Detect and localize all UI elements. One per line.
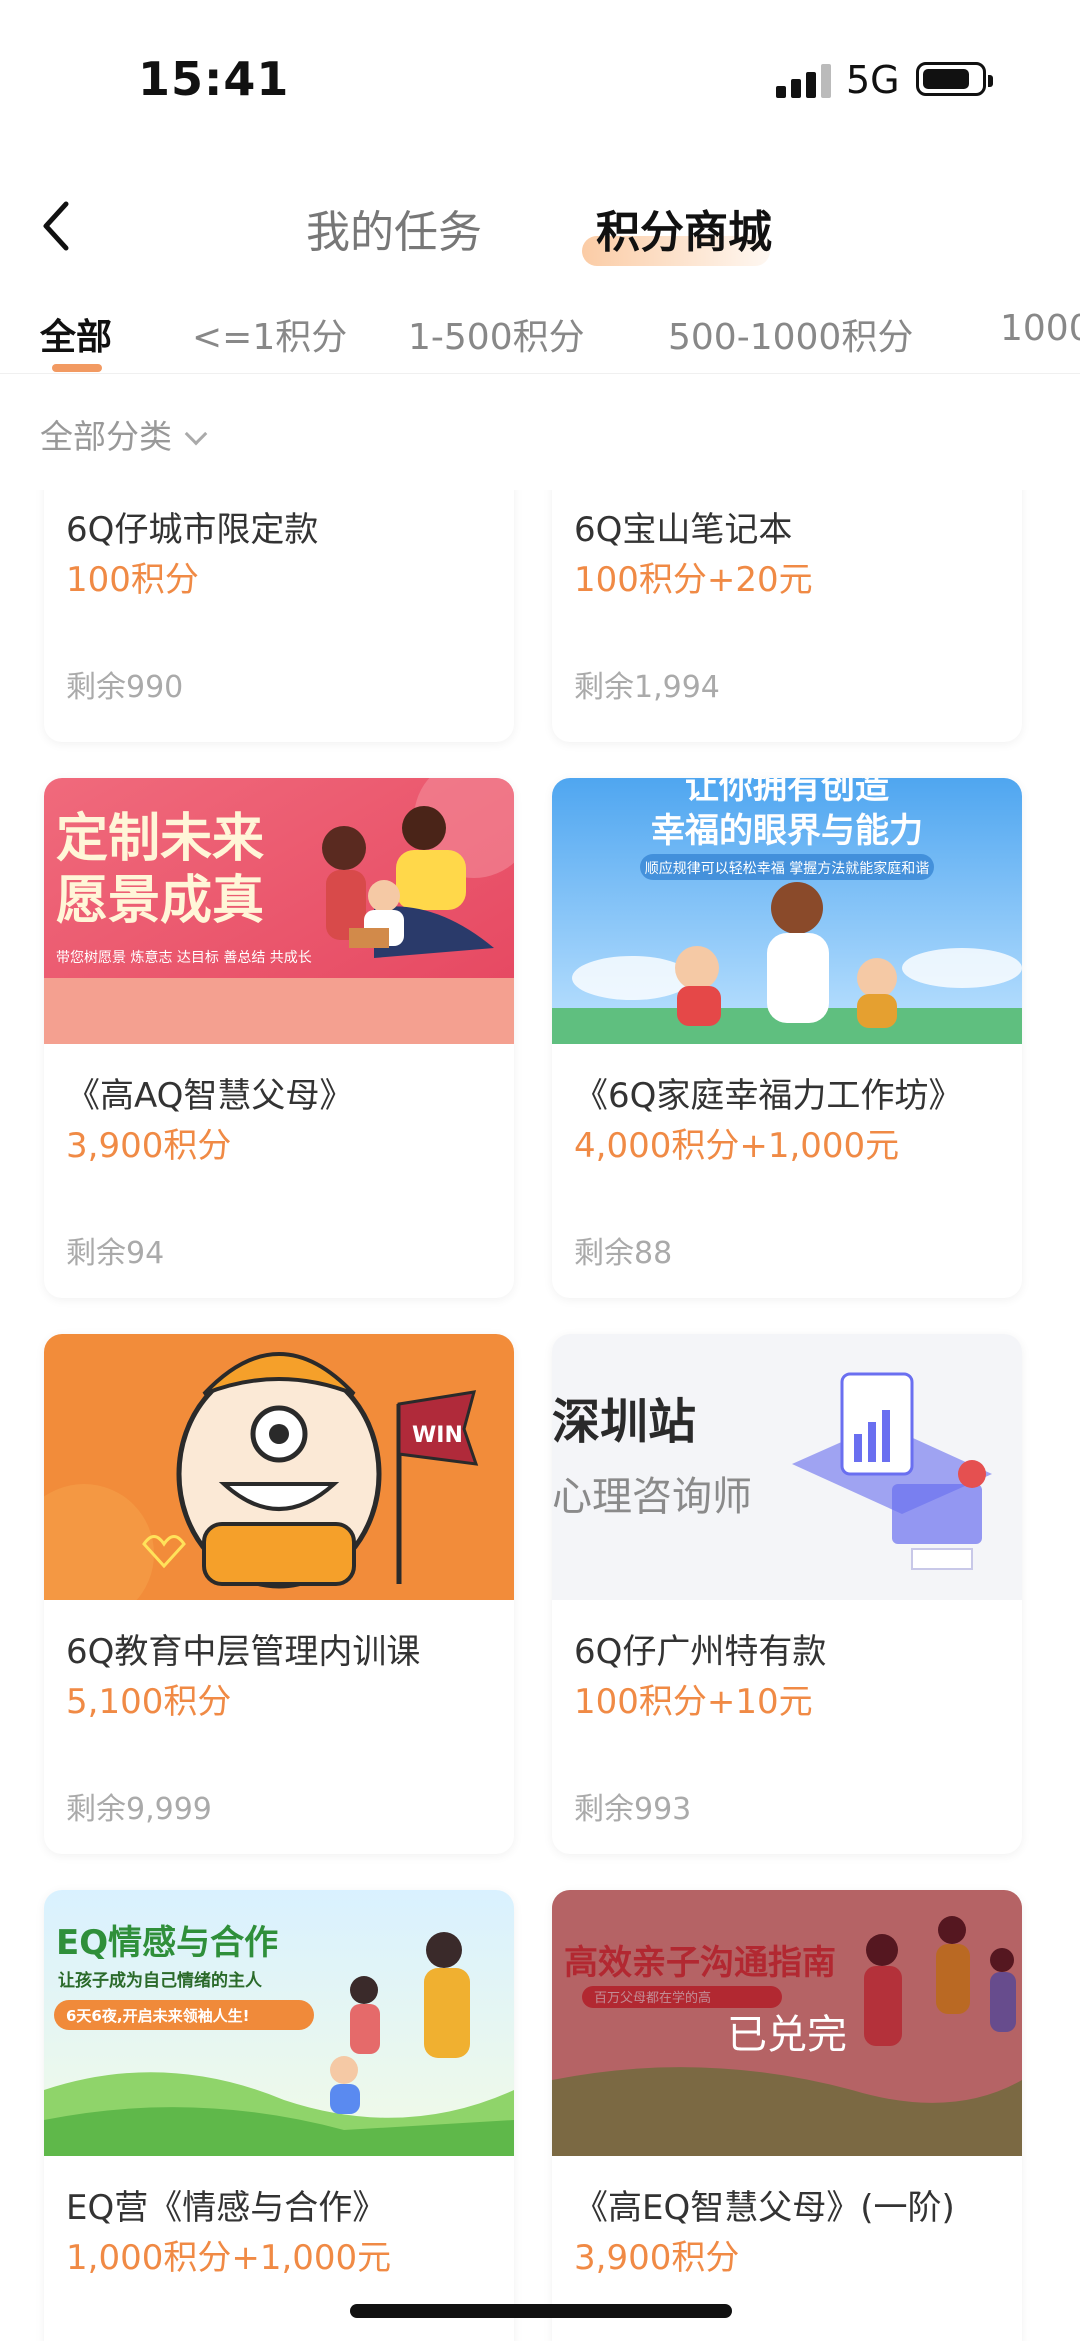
product-remaining: 剩余88 — [574, 1236, 673, 1271]
product-card[interactable]: 深圳站 心理咨询师 6Q仔广州特有款 100积分+10元 剩余993 — [552, 1334, 1022, 1854]
chevron-left-icon — [43, 201, 69, 251]
product-card[interactable]: EQ情感与合作 让孩子成为自己情绪的主人 6天6夜,开启未来领袖人生! EQ营《… — [44, 1890, 514, 2341]
product-price: 3,900积分 — [66, 1126, 232, 1166]
product-price: 100积分+20元 — [574, 560, 813, 600]
product-image-mascot: WIN — [44, 1334, 514, 1600]
product-card[interactable]: 定制未来 愿景成真 带您树愿景 炼意志 达目标 善总结 共成长 《高AQ智慧父母… — [44, 778, 514, 1298]
product-image-eq-camp: EQ情感与合作 让孩子成为自己情绪的主人 6天6夜,开启未来领袖人生! — [44, 1890, 514, 2156]
image-headline-2: 让孩子成为自己情绪的主人 — [58, 1970, 263, 1991]
product-title: EQ营《情感与合作》 — [66, 2188, 387, 2228]
product-card[interactable]: 6Q仔城市限定款 100积分 剩余990 — [44, 490, 514, 742]
product-title: 6Q仔城市限定款 — [66, 510, 319, 550]
product-remaining: 剩余1,994 — [574, 670, 720, 705]
filter-1-500[interactable]: 1-500积分 — [408, 308, 585, 360]
filter-1000-plus[interactable]: 1000 — [1000, 308, 1080, 349]
product-remaining: 剩余990 — [66, 670, 184, 705]
product-price: 100积分+10元 — [574, 1682, 813, 1722]
product-image-counselor: 深圳站 心理咨询师 — [552, 1334, 1022, 1600]
signal-icon — [776, 64, 832, 98]
image-headline-2: 愿景成真 — [56, 871, 264, 931]
points-filter-bar: 全部 <=1积分 1-500积分 500-1000积分 1000 — [0, 300, 1080, 374]
product-remaining: 剩余993 — [574, 1792, 692, 1827]
image-headline-2: 心理咨询师 — [552, 1474, 752, 1520]
home-indicator[interactable] — [350, 2304, 732, 2318]
product-card[interactable]: 6Q宝山笔记本 100积分+20元 剩余1,994 — [552, 490, 1022, 742]
status-time: 15:41 — [138, 52, 290, 106]
back-button[interactable] — [36, 196, 80, 256]
battery-icon — [916, 62, 993, 96]
product-title: 6Q教育中层管理内训课 — [66, 1632, 421, 1672]
image-headline-1: 定制未来 — [56, 809, 264, 869]
product-title: 《6Q家庭幸福力工作坊》 — [574, 1076, 963, 1116]
product-card[interactable]: 高效亲子沟通指南 百万父母都在学的高 已兑完 《高EQ智慧父母》(一阶) 3,9… — [552, 1890, 1022, 2341]
tab-my-tasks[interactable]: 我的任务 — [306, 196, 482, 260]
image-headline-2: 幸福的眼界与能力 — [651, 811, 923, 851]
product-title: 6Q仔广州特有款 — [574, 1632, 827, 1672]
product-price: 1,000积分+1,000元 — [66, 2238, 392, 2278]
filter-500-1000[interactable]: 500-1000积分 — [668, 308, 913, 360]
image-flag-text: WIN — [412, 1423, 463, 1448]
product-title: 6Q宝山笔记本 — [574, 510, 793, 550]
category-label: 全部分类 — [40, 417, 172, 456]
chevron-down-icon — [184, 422, 208, 446]
product-price: 4,000积分+1,000元 — [574, 1126, 900, 1166]
product-card[interactable]: WIN 6Q教育中层管理内训课 5,100积分 剩余9,999 — [44, 1334, 514, 1854]
product-card[interactable]: 让你拥有创造 幸福的眼界与能力 顺应规律可以轻松幸福 掌握方法就能家庭和谐 《6… — [552, 778, 1022, 1298]
image-tagline: 6天6夜,开启未来领袖人生! — [66, 2007, 249, 2025]
product-image-parenting: 定制未来 愿景成真 带您树愿景 炼意志 达目标 善总结 共成长 — [44, 778, 514, 1044]
sold-out-badge: 已兑完 — [727, 2012, 847, 2058]
filter-all[interactable]: 全部 — [40, 308, 112, 360]
network-label: 5G — [846, 58, 900, 102]
image-tagline: 顺应规律可以轻松幸福 掌握方法就能家庭和谐 — [645, 860, 929, 877]
image-tagline: 带您树愿景 炼意志 达目标 善总结 共成长 — [56, 949, 312, 966]
product-remaining: 剩余9,999 — [66, 1792, 212, 1827]
category-dropdown[interactable]: 全部分类 — [40, 410, 208, 458]
image-headline-1: EQ情感与合作 — [56, 1923, 278, 1963]
product-remaining: 剩余94 — [66, 1236, 165, 1271]
product-price: 3,900积分 — [574, 2238, 740, 2278]
product-title: 《高EQ智慧父母》(一阶) — [574, 2188, 955, 2228]
product-price: 5,100积分 — [66, 1682, 232, 1722]
filter-lte-1[interactable]: <=1积分 — [192, 308, 347, 360]
image-headline-1: 深圳站 — [552, 1394, 696, 1450]
image-headline-1: 让你拥有创造 — [685, 778, 889, 807]
status-bar: 15:41 5G — [0, 0, 1080, 150]
filter-underline — [52, 364, 102, 372]
product-grid: 6Q仔城市限定款 100积分 剩余990 6Q宝山笔记本 100积分+20元 剩… — [0, 490, 1080, 2341]
tab-points-mall[interactable]: 积分商城 — [596, 196, 772, 260]
product-image-family-workshop: 让你拥有创造 幸福的眼界与能力 顺应规律可以轻松幸福 掌握方法就能家庭和谐 — [552, 778, 1022, 1044]
product-title: 《高AQ智慧父母》 — [66, 1076, 354, 1116]
product-price: 100积分 — [66, 560, 199, 600]
